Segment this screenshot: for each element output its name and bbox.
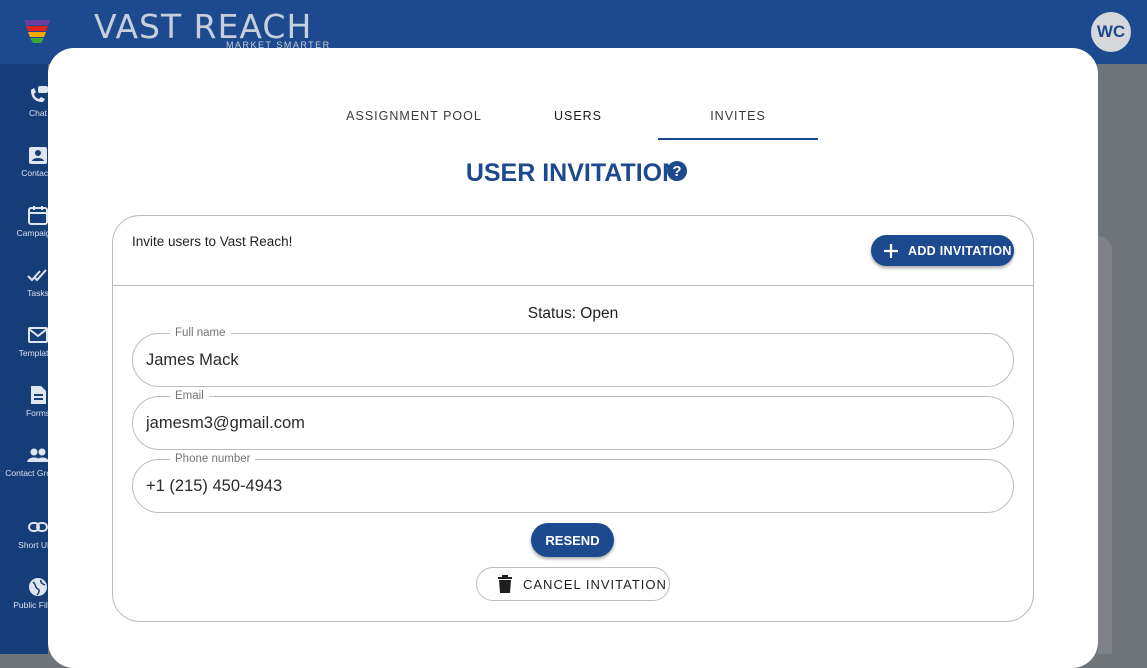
form-icon [31,386,46,404]
chat-phone-icon [31,86,48,102]
contacts-icon [29,147,47,164]
link-icon [28,522,48,532]
plus-icon [884,243,898,258]
add-invitation-label: ADD INVITATION [908,243,1012,258]
resend-button[interactable]: RESEND [531,523,614,557]
phone-input[interactable] [146,474,986,498]
user-avatar[interactable]: WC [1091,12,1131,52]
full-name-input[interactable] [146,348,986,372]
sidebar: Chat Contacts Campaigns Tasks Templates [0,64,65,654]
group-icon [27,448,49,462]
globe-icon [29,578,47,596]
email-field: Email [132,389,1014,450]
email-input[interactable] [146,411,986,435]
page-title: USER INVITATION [465,159,681,187]
invite-intro-text: Invite users to Vast Reach! [132,234,293,249]
svg-text:?: ? [672,163,681,180]
cancel-invitation-button[interactable]: CANCEL INVITATION [476,567,670,601]
phone-label: Phone number [170,452,256,466]
add-invitation-button[interactable]: ADD INVITATION [871,235,1014,266]
envelope-icon [28,327,48,343]
user-invitation-dialog: ASSIGNMENT POOL USERS INVITES USER INVIT… [48,48,1098,668]
tab-users[interactable]: USERS [498,106,658,140]
full-name-label: Full name [170,326,231,340]
campaign-calendar-icon [28,206,48,225]
card-divider [113,285,1033,286]
invitation-status: Status: Open [527,305,619,322]
background-panel [1098,236,1112,654]
funnel-logo-icon [24,20,50,43]
active-tab-indicator [658,138,818,140]
trash-icon [498,575,512,593]
full-name-field: Full name [132,326,1014,387]
help-icon[interactable]: ? [666,160,688,182]
invitation-card: Invite users to Vast Reach! ADD INVITATI… [112,215,1034,622]
tab-invites[interactable]: INVITES [658,106,818,140]
double-check-icon [27,269,47,282]
tab-assignment-pool[interactable]: ASSIGNMENT POOL [334,106,494,140]
email-label: Email [170,389,209,403]
phone-field: Phone number [132,452,1014,513]
cancel-invitation-label: CANCEL INVITATION [523,576,667,592]
